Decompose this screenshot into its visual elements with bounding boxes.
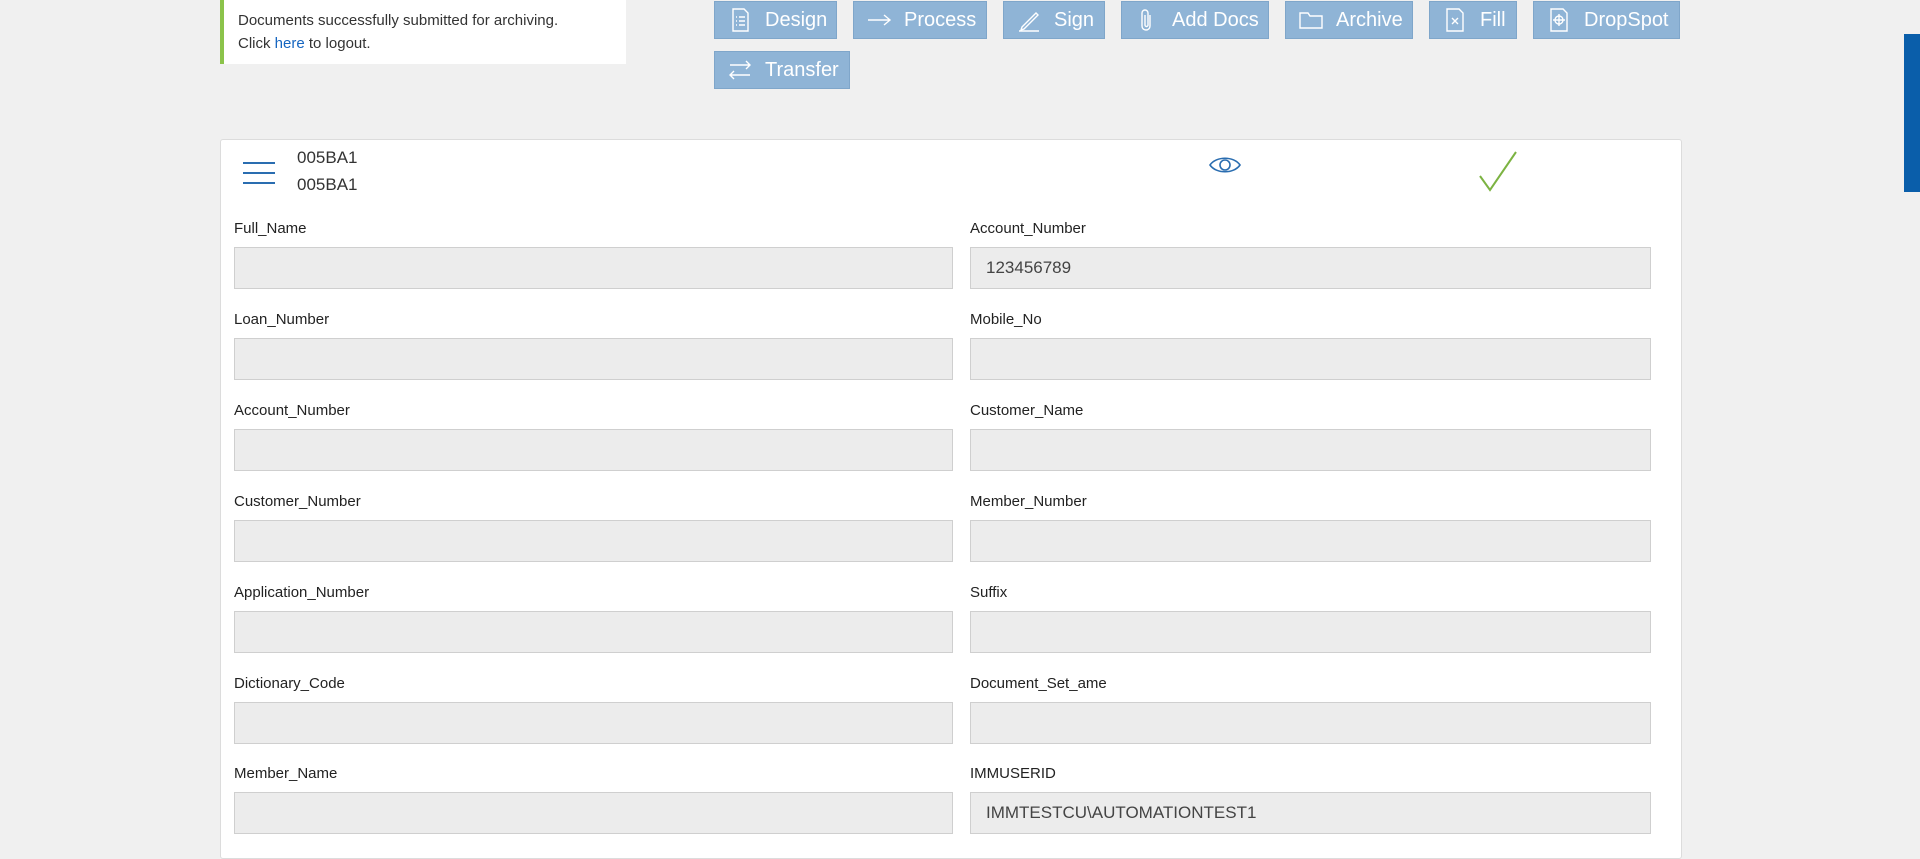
folder-icon	[1299, 12, 1323, 29]
loan-number-input[interactable]	[234, 338, 953, 380]
field-label: Member_Number	[970, 493, 1087, 510]
field-label: IMMUSERID	[970, 765, 1056, 782]
dropspot-button[interactable]: DropSpot	[1533, 1, 1680, 39]
logout-link[interactable]: here	[275, 35, 305, 52]
field-label: Mobile_No	[970, 311, 1042, 328]
design-button[interactable]: Design	[714, 1, 837, 39]
document-set-name-input[interactable]	[970, 702, 1651, 744]
sign-button[interactable]: Sign	[1003, 1, 1105, 39]
field-label: Account_Number	[970, 220, 1086, 237]
immuserid-input[interactable]	[970, 792, 1651, 834]
document-id-secondary: 005BA1	[297, 175, 358, 194]
process-button[interactable]: Process	[853, 1, 987, 39]
add-docs-button[interactable]: Add Docs	[1121, 1, 1269, 39]
archive-button[interactable]: Archive	[1285, 1, 1413, 39]
account-number-2-input[interactable]	[234, 429, 953, 471]
eye-icon[interactable]	[1208, 153, 1242, 177]
field-label: Member_Name	[234, 765, 338, 782]
application-number-input[interactable]	[234, 611, 953, 653]
field-label: Full_Name	[234, 220, 307, 237]
field-label: Account_Number	[234, 402, 350, 419]
design-label: Design	[765, 8, 828, 31]
field-label: Suffix	[970, 584, 1008, 601]
dictionary-code-input[interactable]	[234, 702, 953, 744]
document-id-primary: 005BA1	[297, 148, 358, 167]
click-text: Click	[238, 35, 271, 52]
field-label: Customer_Number	[234, 493, 361, 510]
mobile-no-input[interactable]	[970, 338, 1651, 380]
add-docs-label: Add Docs	[1172, 8, 1259, 31]
transfer-label: Transfer	[765, 58, 839, 81]
paperclip-icon	[1141, 9, 1151, 31]
form-card: 005BA1 005BA1 Full_Name Account_Number L…	[220, 139, 1682, 859]
customer-name-input[interactable]	[970, 429, 1651, 471]
process-label: Process	[904, 8, 977, 31]
full-name-input[interactable]	[234, 247, 953, 289]
field-label: Application_Number	[234, 584, 370, 601]
logout-line: Click here to logout.	[238, 32, 626, 55]
suffix-input[interactable]	[970, 611, 1651, 653]
document-list-icon	[732, 8, 749, 32]
document-target-icon	[1550, 8, 1568, 32]
account-number-input[interactable]	[970, 247, 1651, 289]
edge-scroll-tab[interactable]	[1904, 34, 1920, 192]
fill-button[interactable]: Fill	[1429, 1, 1517, 39]
document-x-icon	[1446, 8, 1464, 32]
checkmark-icon[interactable]	[1478, 150, 1518, 194]
archive-label: Archive	[1336, 8, 1403, 31]
customer-number-input[interactable]	[234, 520, 953, 562]
swap-arrows-icon	[729, 60, 751, 80]
transfer-button[interactable]: Transfer	[714, 51, 850, 89]
dropspot-label: DropSpot	[1584, 8, 1669, 31]
logout-suffix: to logout.	[308, 35, 371, 52]
success-notification: Documents successfully submitted for arc…	[220, 0, 626, 64]
member-number-input[interactable]	[970, 520, 1651, 562]
sign-label: Sign	[1054, 8, 1095, 31]
field-label: Document_Set_ame	[970, 675, 1107, 692]
field-label: Dictionary_Code	[234, 675, 345, 692]
arrow-right-icon	[868, 14, 892, 26]
field-label: Loan_Number	[234, 311, 330, 328]
menu-icon[interactable]	[243, 162, 275, 186]
notification-message: Documents successfully submitted for arc…	[238, 12, 559, 29]
member-name-input[interactable]	[234, 792, 953, 834]
fill-label: Fill	[1480, 8, 1506, 31]
field-label: Customer_Name	[970, 402, 1084, 419]
pen-icon	[1019, 12, 1039, 32]
